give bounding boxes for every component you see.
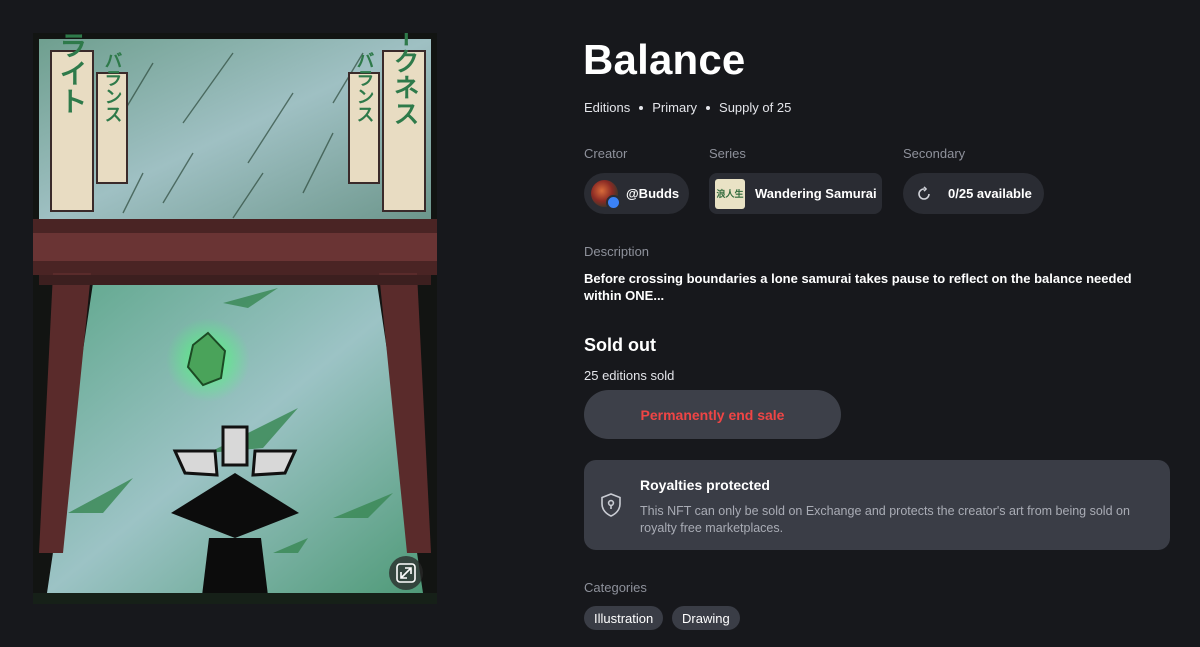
royalties-text: This NFT can only be sold on Exchange an… (640, 504, 1130, 535)
meta-editions: Editions (584, 100, 631, 115)
page-title: Balance (583, 36, 746, 83)
verified-badge-icon (606, 195, 621, 210)
banner-right-inner-text: バランス (354, 51, 375, 123)
banner-right-outer-text: ダークネス (389, 33, 419, 126)
creator-name: @Budds (626, 186, 680, 201)
series-thumb-text: 浪人生 (716, 189, 744, 199)
artwork-image: ライト バランス バランス ダークネス (33, 33, 437, 604)
category-chip-illustration[interactable]: Illustration (584, 606, 664, 630)
sale-status: Sold out (584, 335, 656, 355)
series-name: Wandering Samurai (755, 186, 877, 201)
creator-label: Creator (584, 146, 628, 161)
meta-primary: Primary (652, 100, 698, 115)
refresh-icon (918, 185, 930, 200)
secondary-label: Secondary (903, 146, 966, 161)
series-label: Series (709, 146, 746, 161)
royalties-card: Royalties protected This NFT can only be… (584, 460, 1170, 550)
shield-icon (601, 493, 621, 517)
banner-left-inner-text: バランス (102, 51, 123, 123)
nft-artwork[interactable]: ライト バランス バランス ダークネス (33, 33, 437, 604)
end-sale-button[interactable]: Permanently end sale (584, 390, 841, 439)
categories-label: Categories (584, 580, 647, 595)
editions-sold: 25 editions sold (584, 368, 675, 383)
creator-pill[interactable]: @Budds (584, 173, 689, 214)
royalties-title: Royalties protected (640, 477, 770, 493)
meta-separator (706, 105, 711, 110)
category-chip-drawing[interactable]: Drawing (672, 606, 740, 630)
series-pill[interactable]: 浪人生 Wandering Samurai (709, 173, 882, 214)
creator-avatar (591, 180, 621, 210)
meta-separator (639, 105, 644, 110)
description-label: Description (584, 244, 650, 259)
description-text: Before crossing boundaries a lone samura… (584, 271, 1132, 303)
series-thumbnail: 浪人生 (715, 178, 745, 209)
meta-supply: Supply of 25 (719, 100, 792, 115)
expand-icon (396, 563, 416, 583)
edition-meta: Editions Primary Supply of 25 (584, 100, 791, 115)
expand-artwork-button[interactable] (389, 556, 423, 590)
secondary-pill[interactable]: 0/25 available (903, 173, 1044, 214)
banner-left-outer-text: ライト (56, 33, 89, 115)
secondary-availability: 0/25 available (948, 186, 1032, 201)
